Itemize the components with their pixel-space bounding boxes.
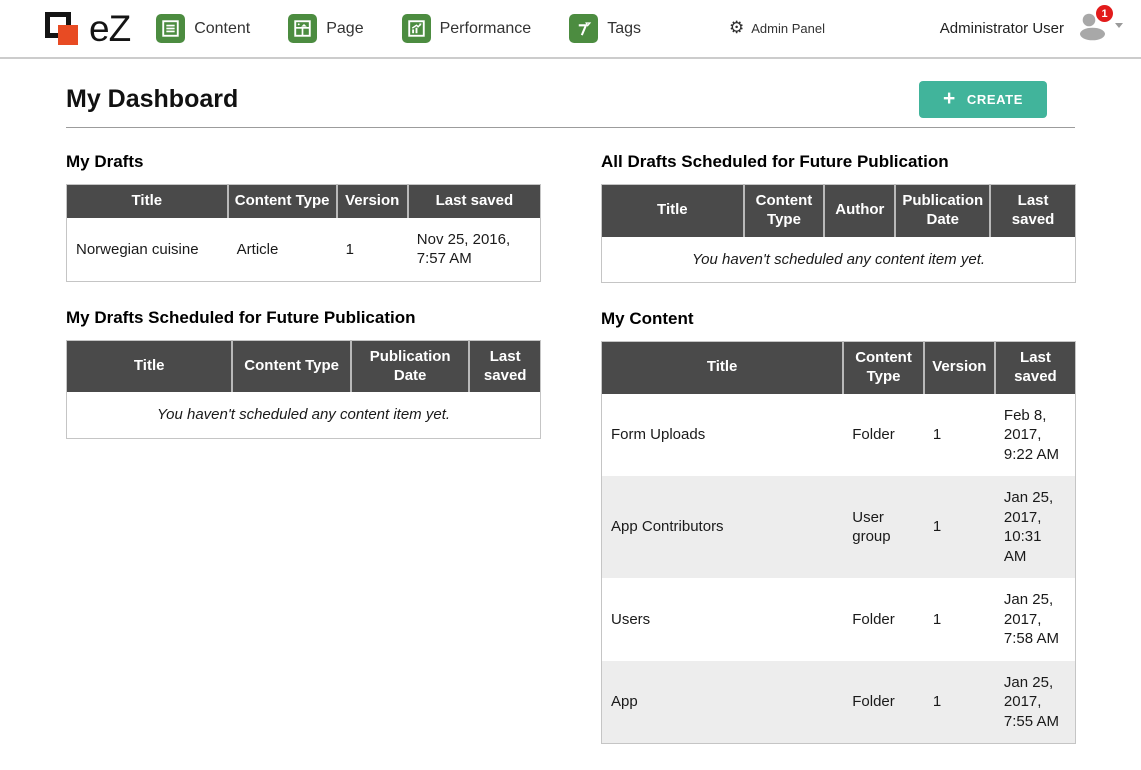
user-area: Administrator User 1 <box>940 11 1123 46</box>
column-header: Last saved <box>995 342 1076 394</box>
panel-my-drafts-scheduled: My Drafts Scheduled for Future Publicati… <box>66 308 541 439</box>
column-header: Content Type <box>228 185 337 218</box>
my-drafts-table: TitleContent TypeVersionLast savedNorweg… <box>66 184 541 282</box>
table-cell: User group <box>843 476 924 578</box>
table-cell: 1 <box>924 394 995 477</box>
performance-icon <box>402 14 431 43</box>
table-cell: 1 <box>924 578 995 661</box>
table-cell: 1 <box>924 476 995 578</box>
panel-title-my-drafts: My Drafts <box>66 152 541 172</box>
page-title: My Dashboard <box>66 85 238 114</box>
right-column: All Drafts Scheduled for Future Publicat… <box>601 152 1076 770</box>
table-cell: Feb 8, 2017, 9:22 AM <box>995 394 1076 477</box>
nav-label-content: Content <box>194 20 250 38</box>
notification-badge[interactable]: 1 <box>1096 5 1113 22</box>
all-drafts-scheduled-table: TitleContent TypeAuthorPublication DateL… <box>601 184 1076 283</box>
tags-icon <box>569 14 598 43</box>
my-content-table: TitleContent TypeVersionLast savedForm U… <box>601 341 1076 744</box>
column-header: Content Type <box>843 342 924 394</box>
column-header: Title <box>67 340 233 392</box>
column-header: Title <box>602 185 744 237</box>
column-header: Publication Date <box>895 185 990 237</box>
table-row[interactable]: UsersFolder1Jan 25, 2017, 7:58 AM <box>602 578 1076 661</box>
user-name: Administrator User <box>940 20 1064 37</box>
nav-label-performance: Performance <box>440 20 532 38</box>
table-cell: 1 <box>337 218 408 282</box>
table-row[interactable]: Norwegian cuisineArticle1Nov 25, 2016, 7… <box>67 218 541 282</box>
table-cell: Form Uploads <box>602 394 844 477</box>
main-navigation: Content Page <box>156 14 641 43</box>
panel-title-my-drafts-scheduled: My Drafts Scheduled for Future Publicati… <box>66 308 541 328</box>
column-header: Publication Date <box>351 340 470 392</box>
column-header: Author <box>824 185 895 237</box>
table-cell: App <box>602 661 844 744</box>
empty-message: You haven't scheduled any content item y… <box>67 392 541 438</box>
table-cell: Jan 25, 2017, 7:55 AM <box>995 661 1076 744</box>
create-button[interactable]: + CREATE <box>919 81 1047 118</box>
nav-item-content[interactable]: Content <box>156 14 250 43</box>
content-icon <box>156 14 185 43</box>
empty-row: You haven't scheduled any content item y… <box>67 392 541 438</box>
column-header: Last saved <box>990 185 1075 237</box>
panel-all-drafts-scheduled: All Drafts Scheduled for Future Publicat… <box>601 152 1076 283</box>
column-header: Version <box>337 185 408 218</box>
panel-my-content: My Content TitleContent TypeVersionLast … <box>601 309 1076 744</box>
dashboard-main: My Dashboard + CREATE My Drafts TitleCon… <box>0 59 1141 770</box>
my-drafts-scheduled-table: TitleContent TypePublication DateLast sa… <box>66 340 541 439</box>
table-row[interactable]: AppFolder1Jan 25, 2017, 7:55 AM <box>602 661 1076 744</box>
table-header-row: TitleContent TypeVersionLast saved <box>67 185 541 218</box>
table-cell: App Contributors <box>602 476 844 578</box>
panel-title-all-drafts-scheduled: All Drafts Scheduled for Future Publicat… <box>601 152 1076 172</box>
empty-message: You haven't scheduled any content item y… <box>602 237 1076 283</box>
table-cell: Norwegian cuisine <box>67 218 228 282</box>
nav-label-tags: Tags <box>607 20 641 38</box>
table-cell: Article <box>228 218 337 282</box>
nav-item-tags[interactable]: Tags <box>569 14 641 43</box>
chevron-down-icon <box>1115 23 1123 28</box>
column-header: Title <box>67 185 228 218</box>
column-header: Content Type <box>232 340 351 392</box>
nav-item-page[interactable]: Page <box>288 14 363 43</box>
table-row[interactable]: Form UploadsFolder1Feb 8, 2017, 9:22 AM <box>602 394 1076 477</box>
nav-label-page: Page <box>326 20 363 38</box>
table-cell: Jan 25, 2017, 10:31 AM <box>995 476 1076 578</box>
panels-grid: My Drafts TitleContent TypeVersionLast s… <box>66 152 1075 770</box>
column-header: Version <box>924 342 995 394</box>
table-cell: Folder <box>843 394 924 477</box>
table-cell: Users <box>602 578 844 661</box>
table-cell: Folder <box>843 578 924 661</box>
table-cell: Jan 25, 2017, 7:58 AM <box>995 578 1076 661</box>
ez-logo-text: eZ <box>89 10 130 47</box>
table-cell: Nov 25, 2016, 7:57 AM <box>408 218 541 282</box>
admin-panel-button[interactable]: ⚙ Admin Panel <box>729 20 825 37</box>
ez-logo-mark-icon <box>45 10 83 48</box>
panel-my-drafts: My Drafts TitleContent TypeVersionLast s… <box>66 152 541 282</box>
table-cell: Folder <box>843 661 924 744</box>
left-column: My Drafts TitleContent TypeVersionLast s… <box>66 152 541 770</box>
page-icon <box>288 14 317 43</box>
table-header-row: TitleContent TypeVersionLast saved <box>602 342 1076 394</box>
create-button-label: CREATE <box>967 92 1023 107</box>
panel-title-my-content: My Content <box>601 309 1076 329</box>
empty-row: You haven't scheduled any content item y… <box>602 237 1076 283</box>
nav-item-performance[interactable]: Performance <box>402 14 532 43</box>
table-header-row: TitleContent TypePublication DateLast sa… <box>67 340 541 392</box>
table-header-row: TitleContent TypeAuthorPublication DateL… <box>602 185 1076 237</box>
column-header: Last saved <box>469 340 540 392</box>
user-menu[interactable]: 1 <box>1076 11 1123 46</box>
top-navbar: eZ Content <box>0 0 1141 59</box>
column-header: Last saved <box>408 185 541 218</box>
column-header: Title <box>602 342 844 394</box>
column-header: Content Type <box>744 185 825 237</box>
table-cell: 1 <box>924 661 995 744</box>
page-head: My Dashboard + CREATE <box>66 59 1075 128</box>
table-row[interactable]: App ContributorsUser group1Jan 25, 2017,… <box>602 476 1076 578</box>
gear-icon: ⚙ <box>729 20 744 37</box>
ez-logo[interactable]: eZ <box>45 10 130 48</box>
admin-panel-label: Admin Panel <box>751 21 825 36</box>
